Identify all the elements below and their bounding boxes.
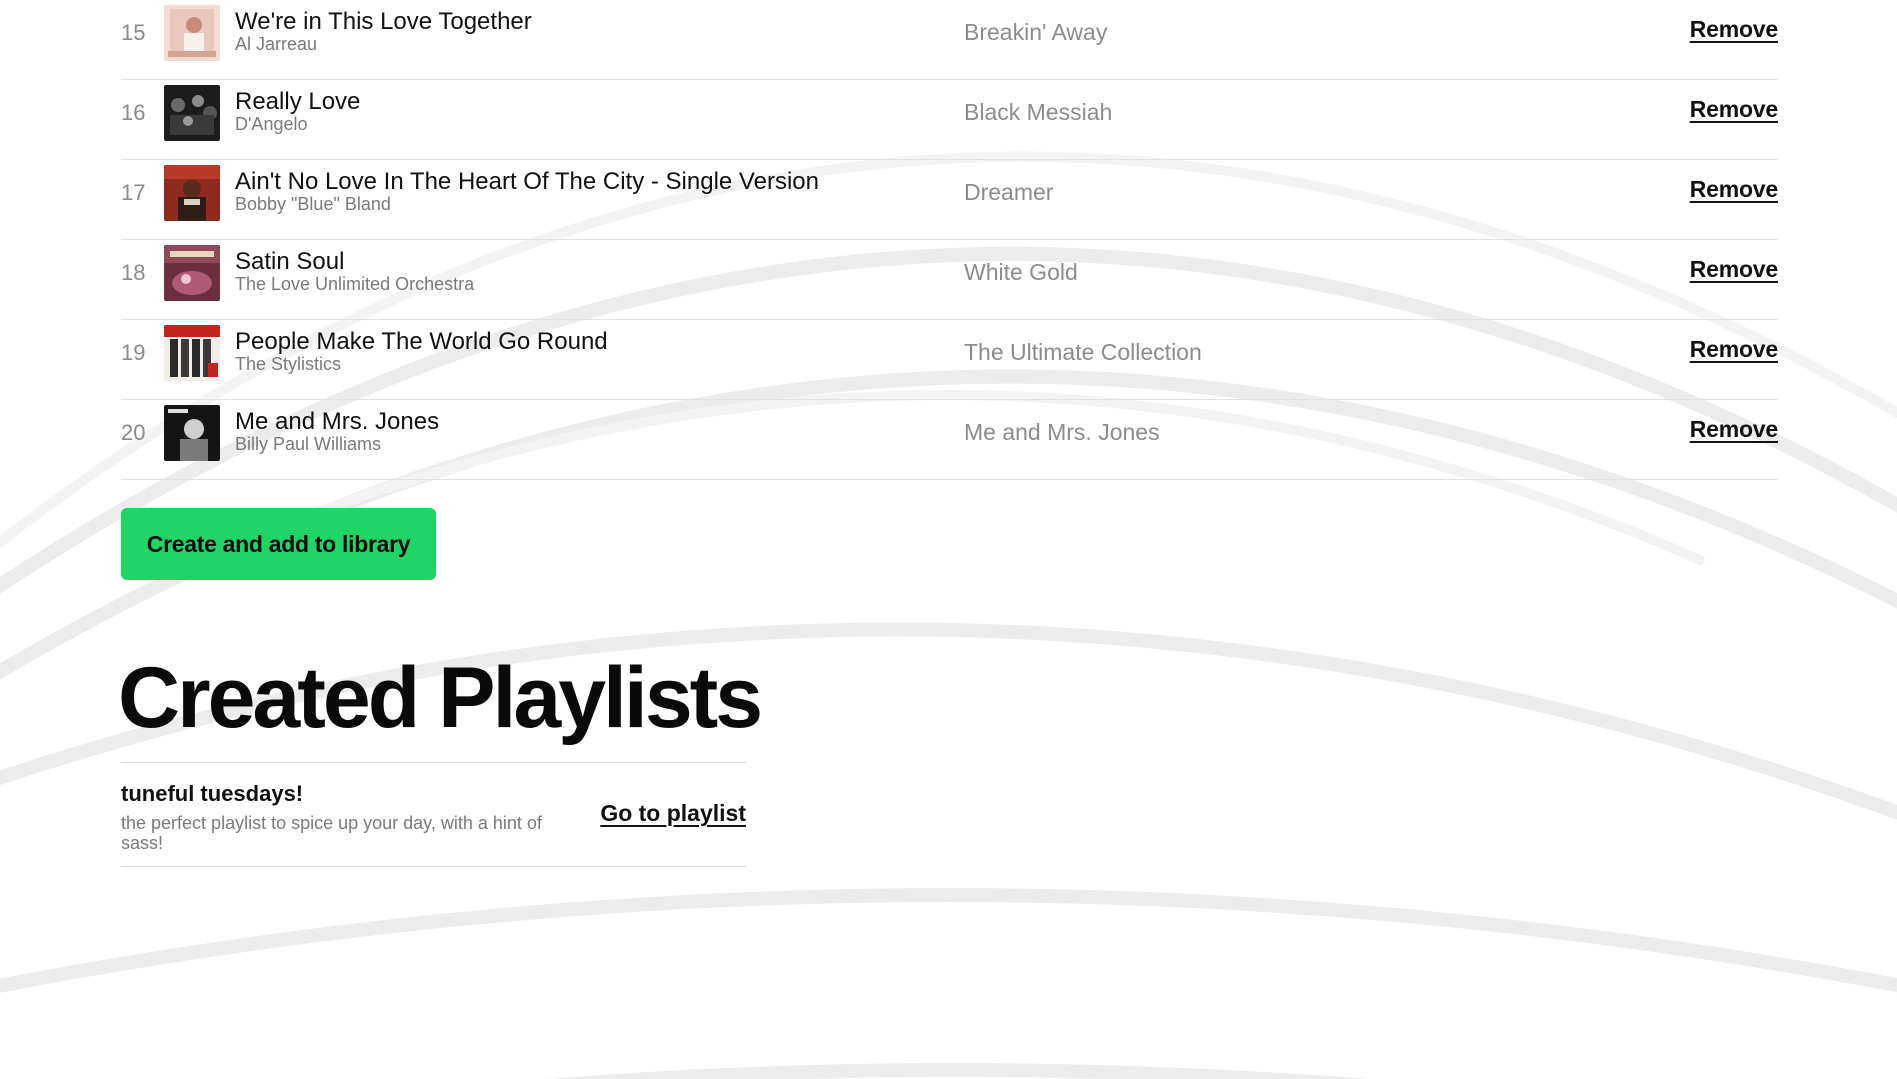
- remove-track-button[interactable]: Remove: [1690, 16, 1778, 43]
- track-title: We're in This Love Together: [235, 8, 532, 35]
- track-album: The Ultimate Collection: [964, 339, 1202, 365]
- track-artist: The Stylistics: [235, 354, 342, 374]
- track-number: 19: [121, 340, 146, 365]
- track-row: 19 People Make The World Go Round The St…: [121, 320, 1778, 400]
- track-row: 15 We're in This Love Together Al Jarrea…: [121, 0, 1778, 80]
- track-artist: The Love Unlimited Orchestra: [235, 274, 475, 294]
- track-title: Me and Mrs. Jones: [235, 408, 440, 435]
- main-content: 15 We're in This Love Together Al Jarrea…: [118, 0, 1778, 867]
- page: 15 We're in This Love Together Al Jarrea…: [0, 0, 1897, 1079]
- track-album: Dreamer: [964, 179, 1054, 205]
- track-list: 15 We're in This Love Together Al Jarrea…: [121, 0, 1778, 480]
- track-title: Ain't No Love In The Heart Of The City -…: [235, 168, 819, 195]
- track-number: 18: [121, 260, 146, 285]
- track-row: 17 Ain't No Love In The Heart Of The Cit…: [121, 160, 1778, 240]
- track-row: 20 Me and Mrs. Jones Billy Paul Williams…: [121, 400, 1778, 480]
- remove-track-button[interactable]: Remove: [1690, 96, 1778, 123]
- track-title: Satin Soul: [235, 248, 345, 275]
- go-to-playlist-link[interactable]: Go to playlist: [600, 800, 746, 827]
- track-number: 15: [121, 20, 146, 45]
- track-artist: Bobby "Blue" Bland: [235, 194, 391, 214]
- track-row: 18 Satin Soul The Love Unlimited Orchest…: [121, 240, 1778, 320]
- track-number: 20: [121, 420, 146, 445]
- playlist-name: tuneful tuesdays!: [121, 781, 304, 806]
- track-number: 17: [121, 180, 146, 205]
- track-row: 16 Really Love D'Angelo Black Messiah Re…: [121, 80, 1778, 160]
- track-album: Me and Mrs. Jones: [964, 419, 1160, 445]
- track-album: White Gold: [964, 259, 1078, 285]
- playlist-description: the perfect playlist to spice up your da…: [121, 813, 542, 853]
- album-art-image: [164, 245, 220, 301]
- create-and-add-to-library-button[interactable]: Create and add to library: [121, 508, 436, 580]
- album-art-image: [164, 165, 220, 221]
- track-album: Breakin' Away: [964, 19, 1108, 45]
- track-artist: Al Jarreau: [235, 34, 318, 54]
- remove-track-button[interactable]: Remove: [1690, 416, 1778, 443]
- track-album: Black Messiah: [964, 99, 1113, 125]
- track-artist: Billy Paul Williams: [235, 434, 382, 454]
- created-playlists-heading: Created Playlists: [118, 650, 763, 746]
- created-playlists-list: tuneful tuesdays! the perfect playlist t…: [121, 762, 746, 867]
- album-art-image: [164, 5, 220, 61]
- track-title: People Make The World Go Round: [235, 328, 608, 355]
- remove-track-button[interactable]: Remove: [1690, 256, 1778, 283]
- remove-track-button[interactable]: Remove: [1690, 336, 1778, 363]
- remove-track-button[interactable]: Remove: [1690, 176, 1778, 203]
- album-art-image: [164, 405, 220, 461]
- playlist-item: tuneful tuesdays! the perfect playlist t…: [121, 763, 746, 867]
- album-art-image: [164, 325, 220, 381]
- track-artist: D'Angelo: [235, 114, 308, 134]
- track-number: 16: [121, 100, 146, 125]
- track-title: Really Love: [235, 88, 361, 115]
- album-art-image: [164, 85, 220, 141]
